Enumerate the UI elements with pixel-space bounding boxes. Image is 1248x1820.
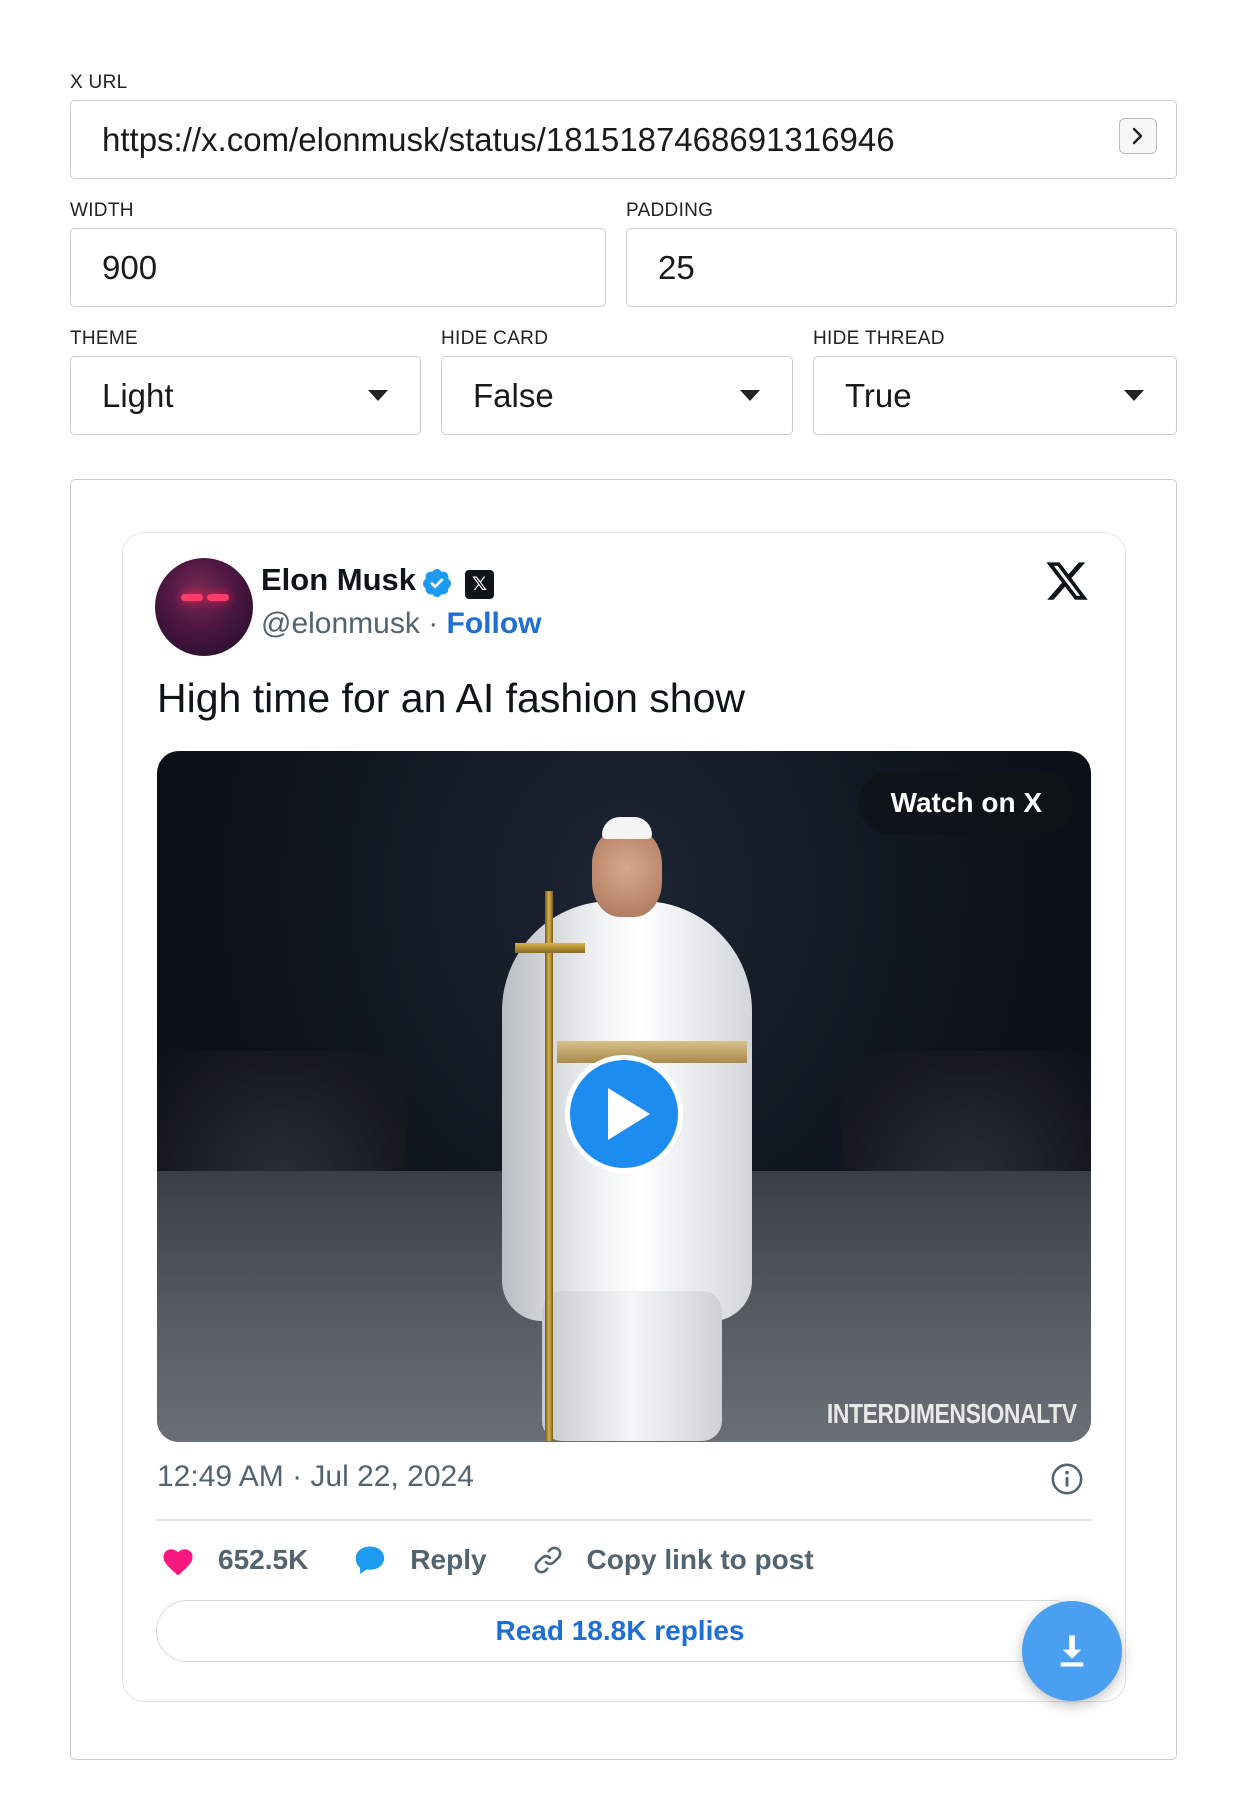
like-count: 652.5K [218, 1544, 309, 1575]
reply-label: Reply [410, 1544, 487, 1575]
tweet-video[interactable]: Watch on X INTERDIMENSIONALTV [157, 751, 1091, 1442]
info-icon[interactable] [1050, 1462, 1084, 1496]
padding-value: 25 [658, 248, 695, 286]
chevron-down-icon [368, 389, 388, 401]
copy-link-label: Copy link to post [586, 1544, 814, 1575]
cross-staff [545, 891, 553, 1441]
padding-label: PADDING [626, 200, 714, 221]
width-value: 900 [102, 248, 158, 286]
hide-thread-select[interactable]: True [813, 356, 1177, 435]
url-input[interactable]: https://x.com/elonmusk/status/1815187468… [70, 100, 1177, 179]
chevron-right-icon [1132, 127, 1143, 145]
submit-url-button[interactable] [1119, 118, 1157, 154]
chevron-down-icon [1124, 389, 1144, 401]
url-value: https://x.com/elonmusk/status/1815187468… [102, 120, 895, 158]
x-affiliate-icon: 𝕏 [465, 570, 494, 599]
verified-badge-icon [423, 569, 451, 597]
width-input[interactable]: 900 [70, 228, 606, 307]
link-icon [534, 1546, 561, 1574]
follow-link[interactable]: Follow [447, 607, 542, 640]
x-logo-icon[interactable] [1044, 558, 1090, 604]
download-button[interactable] [1022, 1601, 1122, 1701]
width-label: WIDTH [70, 200, 134, 221]
hide-card-select[interactable]: False [441, 356, 793, 435]
handle-row: @elonmusk · Follow [261, 607, 542, 641]
model-cap [602, 817, 652, 839]
model-head [592, 829, 662, 917]
author-handle[interactable]: @elonmusk [261, 607, 420, 640]
url-label: X URL [70, 72, 128, 93]
copy-link-button[interactable]: Copy link to post [531, 1543, 814, 1577]
chevron-down-icon [740, 389, 760, 401]
watch-on-x-button[interactable]: Watch on X [858, 772, 1074, 834]
cross-bar [515, 943, 585, 953]
theme-value: Light [102, 376, 174, 414]
tweet-actions: 652.5K Reply Copy link to post [160, 1540, 858, 1580]
play-button[interactable] [565, 1055, 683, 1173]
video-watermark: INTERDIMENSIONALTV [827, 1398, 1077, 1429]
theme-label: THEME [70, 328, 138, 349]
theme-select[interactable]: Light [70, 356, 421, 435]
download-icon [1060, 1635, 1084, 1667]
tweet-text: High time for an AI fashion show [157, 675, 745, 721]
avatar[interactable] [155, 558, 253, 656]
hide-card-value: False [473, 376, 554, 414]
like-button[interactable]: 652.5K [160, 1544, 308, 1576]
read-replies-button[interactable]: Read 18.8K replies [156, 1600, 1084, 1662]
divider [157, 1519, 1091, 1521]
hide-thread-value: True [845, 376, 912, 414]
author-name[interactable]: Elon Musk [261, 562, 416, 598]
tweet-timestamp[interactable]: 12:49 AM · Jul 22, 2024 [157, 1460, 474, 1494]
model-legs [542, 1291, 722, 1441]
hide-thread-label: HIDE THREAD [813, 328, 945, 349]
play-icon [608, 1088, 650, 1140]
padding-input[interactable]: 25 [626, 228, 1177, 307]
reply-button[interactable]: Reply [352, 1543, 487, 1577]
reply-bubble-icon [356, 1546, 385, 1574]
heart-icon [163, 1549, 193, 1576]
handle-separator: · [419, 607, 447, 640]
model-belt [557, 1041, 747, 1063]
hide-card-label: HIDE CARD [441, 328, 549, 349]
